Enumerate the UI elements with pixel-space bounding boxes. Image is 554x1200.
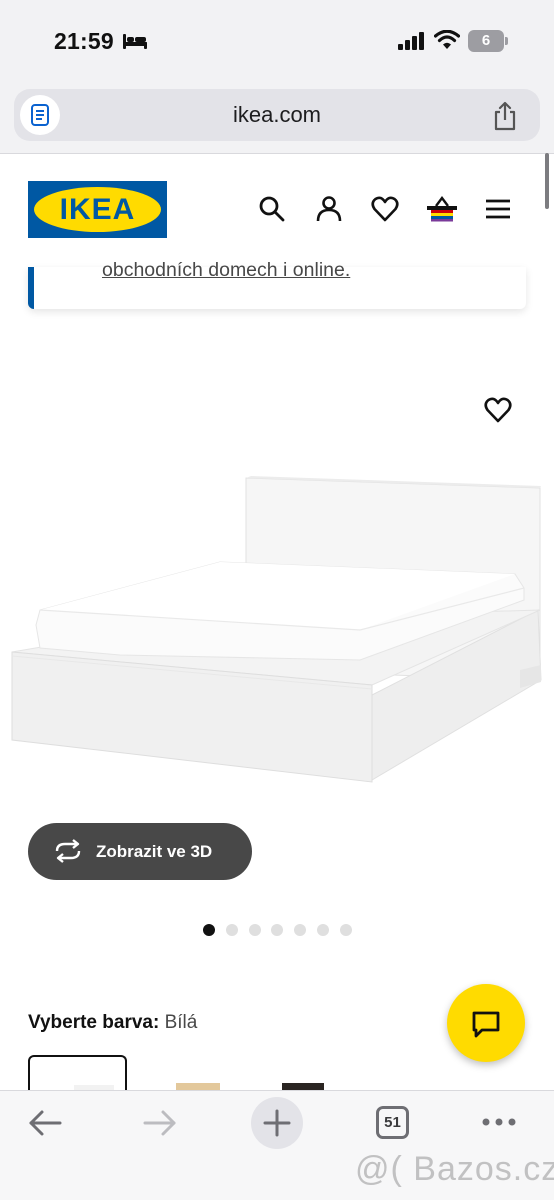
scrollbar[interactable] bbox=[545, 153, 549, 209]
battery-icon: 6 bbox=[468, 30, 508, 52]
bed-frame-image bbox=[11, 476, 542, 783]
site-header: IKEA bbox=[0, 155, 554, 267]
wifi-icon bbox=[434, 30, 460, 49]
address-bar[interactable]: ikea.com bbox=[14, 89, 540, 141]
shopping-basket-icon[interactable] bbox=[426, 195, 458, 223]
browser-address-area: ikea.com bbox=[0, 82, 554, 154]
chat-button[interactable] bbox=[447, 984, 525, 1062]
share-icon[interactable] bbox=[492, 101, 518, 131]
ikea-logo[interactable]: IKEA bbox=[28, 181, 167, 238]
reader-mode-button[interactable] bbox=[20, 95, 60, 135]
url-text[interactable]: ikea.com bbox=[14, 89, 540, 141]
stores-link[interactable]: obchodních domech i online. bbox=[102, 259, 350, 282]
menu-icon[interactable] bbox=[485, 195, 511, 223]
back-arrow-icon[interactable] bbox=[28, 1109, 62, 1137]
color-swatch-oak[interactable] bbox=[150, 1055, 249, 1095]
heart-icon[interactable] bbox=[371, 195, 399, 223]
carousel-dot[interactable] bbox=[271, 924, 284, 936]
tabs-button[interactable]: 51 bbox=[376, 1106, 409, 1139]
more-icon[interactable] bbox=[482, 1117, 516, 1127]
account-icon[interactable] bbox=[315, 195, 343, 223]
new-tab-button[interactable] bbox=[251, 1097, 303, 1149]
bed-icon bbox=[123, 34, 147, 49]
carousel-dot[interactable] bbox=[294, 924, 307, 936]
color-swatch-black[interactable] bbox=[258, 1055, 357, 1095]
carousel-dot[interactable] bbox=[225, 924, 238, 936]
signal-bars-icon bbox=[398, 32, 424, 50]
view-3d-button[interactable]: Zobrazit ve 3D bbox=[28, 823, 252, 880]
reader-mode-icon bbox=[31, 104, 49, 126]
battery-level: 6 bbox=[481, 32, 491, 49]
forward-arrow-icon[interactable] bbox=[143, 1109, 177, 1137]
carousel-dot[interactable] bbox=[203, 924, 215, 936]
clock: 21:59 bbox=[54, 28, 114, 54]
rotate-3d-icon bbox=[55, 839, 81, 863]
carousel-dot[interactable] bbox=[248, 924, 261, 936]
color-select-title: Vyberte barva: bbox=[28, 1012, 160, 1033]
color-select-value: Bílá bbox=[164, 1012, 198, 1033]
search-icon[interactable] bbox=[258, 195, 286, 223]
color-select-label: Vyberte barva: Bílá bbox=[28, 1012, 197, 1034]
chat-icon bbox=[472, 1011, 500, 1038]
color-swatch-white[interactable] bbox=[28, 1055, 127, 1095]
watermark: @( Bazos.cz bbox=[355, 1150, 554, 1188]
heart-icon[interactable] bbox=[484, 396, 512, 424]
status-bar: 21:59 6 bbox=[0, 0, 554, 82]
carousel-dot[interactable] bbox=[339, 924, 352, 936]
plus-icon bbox=[263, 1109, 291, 1137]
view-3d-label: Zobrazit ve 3D bbox=[96, 842, 213, 861]
carousel-dot[interactable] bbox=[317, 924, 329, 936]
info-banner: obchodních domech i online. bbox=[28, 259, 526, 309]
